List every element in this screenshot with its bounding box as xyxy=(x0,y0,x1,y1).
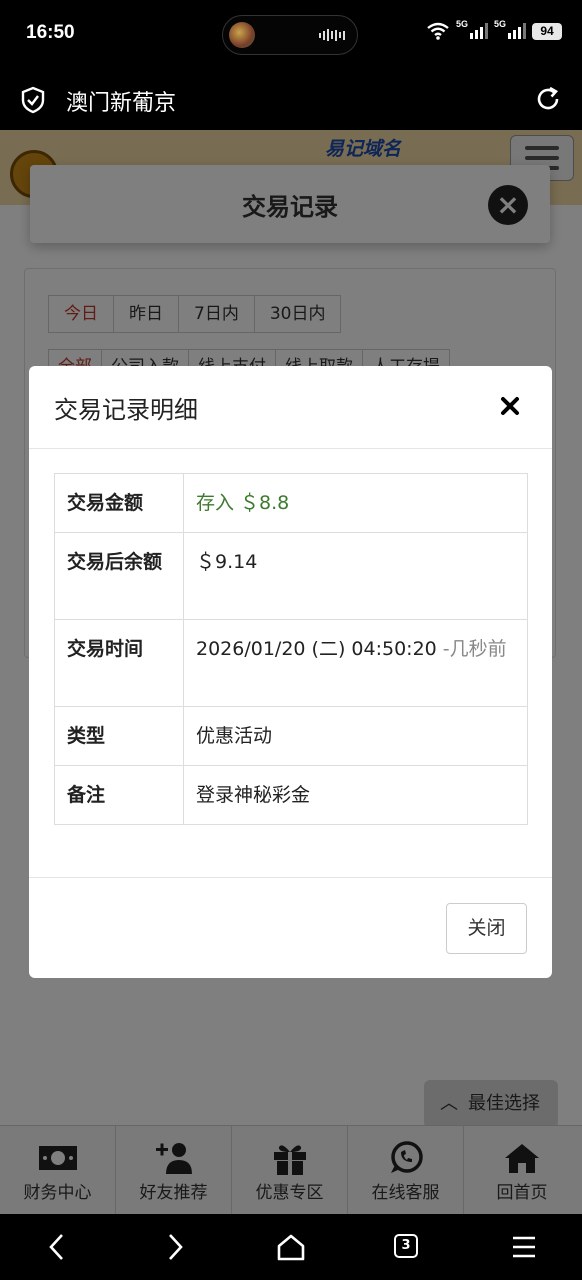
table-row: 类型 优惠活动 xyxy=(54,706,528,766)
status-icons: 5G 5G 94 xyxy=(426,19,562,40)
row-label: 交易时间 xyxy=(54,619,184,707)
audio-wave-icon xyxy=(319,28,345,42)
type-value: 优惠活动 xyxy=(183,706,528,766)
table-row: 交易时间 2026/01/20 (二) 04:50:20 -几秒前 xyxy=(54,619,528,707)
forward-icon[interactable] xyxy=(164,1232,186,1262)
web-page: 易记域名 交易记录 × 今日 昨日 7日内 30日内 全部 公司入款 线上支付 … xyxy=(0,130,582,1214)
relative-time: -几秒前 xyxy=(442,638,507,660)
row-label: 备注 xyxy=(54,765,184,825)
transaction-detail-modal: 交易记录明细 交易金额 存入 ＄8.8 交易后余额 ＄9.14 交易时间 202… xyxy=(29,366,552,978)
modal-title: 交易记录明细 xyxy=(54,396,198,424)
row-label: 类型 xyxy=(54,706,184,766)
status-bar: 16:50 5G 5G 94 xyxy=(0,0,582,70)
row-label: 交易后余额 xyxy=(54,532,184,620)
table-row: 备注 登录神秘彩金 xyxy=(54,765,528,825)
time-cell: 2026/01/20 (二) 04:50:20 -几秒前 xyxy=(183,619,528,707)
row-label: 交易金额 xyxy=(54,473,184,533)
tabs-count-icon[interactable]: 3 xyxy=(394,1234,418,1258)
close-icon[interactable] xyxy=(500,396,520,416)
amount-value: 存入 ＄8.8 xyxy=(183,473,528,533)
battery-indicator: 94 xyxy=(532,22,562,40)
shield-check-icon[interactable] xyxy=(20,86,46,114)
signal-2-icon: 5G xyxy=(494,19,526,39)
dynamic-island[interactable] xyxy=(222,15,358,55)
status-time: 16:50 xyxy=(26,22,75,43)
reload-icon[interactable] xyxy=(534,85,562,113)
table-row: 交易金额 存入 ＄8.8 xyxy=(54,473,528,533)
time-value: 2026/01/20 (二) 04:50:20 xyxy=(196,638,437,660)
table-row: 交易后余额 ＄9.14 xyxy=(54,532,528,620)
browser-url-bar: 澳门新葡京 xyxy=(0,70,582,130)
system-nav-bar: 3 xyxy=(0,1214,582,1280)
detail-table: 交易金额 存入 ＄8.8 交易后余额 ＄9.14 交易时间 2026/01/20… xyxy=(54,473,528,825)
modal-header: 交易记录明细 xyxy=(29,366,552,449)
close-button[interactable]: 关闭 xyxy=(446,903,527,954)
menu-icon[interactable] xyxy=(510,1232,538,1262)
page-title[interactable]: 澳门新葡京 xyxy=(66,85,176,117)
balance-value: ＄9.14 xyxy=(183,532,528,620)
media-artwork-icon xyxy=(229,22,255,48)
back-icon[interactable] xyxy=(46,1232,68,1262)
wifi-icon xyxy=(427,22,449,40)
modal-footer: 关闭 xyxy=(29,877,552,978)
home-nav-icon[interactable] xyxy=(276,1232,306,1262)
remark-value: 登录神秘彩金 xyxy=(183,765,528,825)
signal-1-icon: 5G xyxy=(456,19,488,39)
